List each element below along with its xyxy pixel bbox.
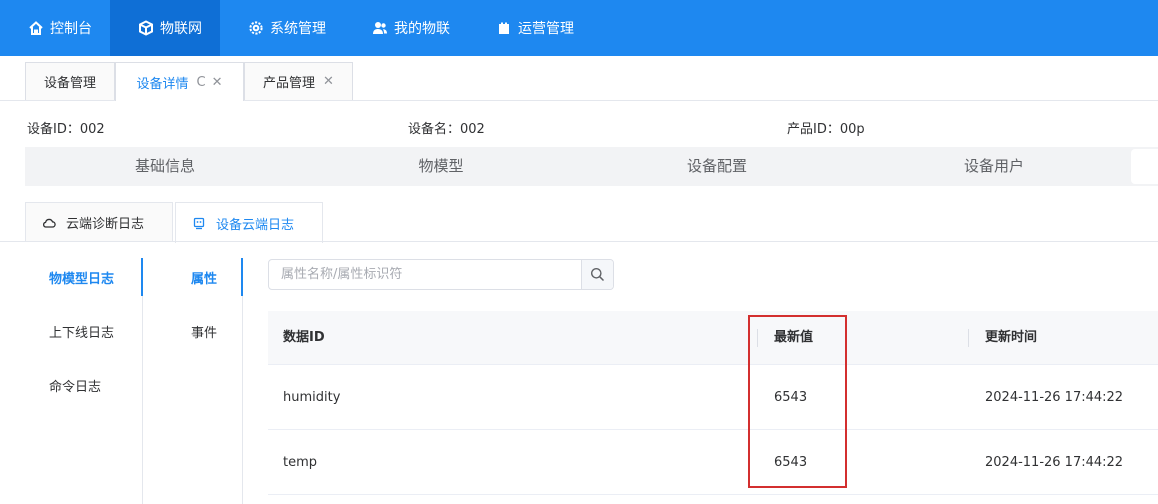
product-id-info: 产品ID：00p — [787, 122, 865, 137]
sub-menu-properties[interactable]: 属性 — [191, 268, 217, 287]
refresh-icon[interactable]: C — [197, 75, 206, 90]
tab-label: 设备详情 — [136, 76, 189, 92]
column-separator — [757, 329, 758, 347]
column-separator — [968, 329, 969, 347]
nav-item-my-iot[interactable]: 我的物联 — [344, 0, 468, 56]
column-header-update-time: 更新时间 — [985, 330, 1038, 345]
cell-update-time: 2024-11-26 17:44:22 — [985, 390, 1124, 405]
section-tab-active-indicator[interactable] — [1131, 149, 1158, 184]
nav-item-iot[interactable]: 物联网 — [110, 0, 220, 56]
column-header-latest-value: 最新值 — [774, 330, 814, 345]
search-input[interactable] — [269, 260, 581, 289]
side-menu-active-bar — [141, 258, 143, 296]
nav-item-system[interactable]: 系统管理 — [220, 0, 344, 56]
search-icon — [591, 268, 605, 282]
search-button[interactable] — [581, 260, 613, 289]
close-icon[interactable]: ✕ — [212, 75, 223, 90]
table-row[interactable]: temp 6543 2024-11-26 17:44:22 — [268, 430, 1158, 495]
log-tab-label: 设备云端日志 — [216, 217, 295, 233]
section-tab-device-users[interactable]: 设备用户 — [857, 147, 1131, 186]
cube-icon — [139, 20, 153, 36]
property-search — [268, 259, 614, 290]
close-icon[interactable]: ✕ — [323, 74, 334, 89]
nav-item-label: 系统管理 — [270, 21, 326, 37]
device-id-info: 设备ID：002 — [27, 122, 105, 137]
cell-data-id: humidity — [283, 390, 341, 405]
side-menu-thing-model-log[interactable]: 物模型日志 — [49, 268, 114, 287]
column-header-data-id: 数据ID — [283, 330, 325, 345]
tabs-bar: 设备管理 设备详情 C ✕ 产品管理 ✕ — [0, 56, 1158, 101]
user-group-icon — [373, 22, 387, 34]
nav-item-console[interactable]: 控制台 — [0, 0, 110, 56]
nav-item-label: 我的物联 — [394, 21, 450, 37]
side-menu-command-log[interactable]: 命令日志 — [49, 376, 101, 395]
robot-icon — [193, 217, 205, 230]
nav-item-label: 控制台 — [50, 21, 92, 37]
side-menu-online-offline-log[interactable]: 上下线日志 — [49, 322, 114, 341]
tab-device-management[interactable]: 设备管理 — [25, 62, 115, 100]
tab-label: 设备管理 — [43, 76, 96, 91]
nav-item-operations[interactable]: 运营管理 — [468, 0, 592, 56]
tab-label: 产品管理 — [263, 76, 316, 91]
cell-latest-value: 6543 — [774, 455, 808, 470]
section-tab-device-config[interactable]: 设备配置 — [577, 147, 857, 186]
tab-device-detail[interactable]: 设备详情 C ✕ — [115, 62, 244, 101]
sub-menu-events[interactable]: 事件 — [191, 322, 217, 341]
log-tab-device-cloud[interactable]: 设备云端日志 — [175, 202, 323, 243]
gear-icon — [249, 21, 263, 35]
table-row[interactable]: humidity 6543 2024-11-26 17:44:22 — [268, 365, 1158, 430]
tab-product-management[interactable]: 产品管理 ✕ — [244, 62, 353, 100]
home-icon — [29, 21, 43, 35]
log-tab-label: 云端诊断日志 — [66, 217, 145, 232]
section-tab-basic-info[interactable]: 基础信息 — [25, 147, 305, 186]
cloud-icon — [42, 218, 56, 228]
nav-item-label: 运营管理 — [518, 21, 574, 37]
device-name-info: 设备名：002 — [408, 122, 485, 137]
cell-update-time: 2024-11-26 17:44:22 — [985, 455, 1124, 470]
section-tab-thing-model[interactable]: 物模型 — [305, 147, 577, 186]
side-menu-divider — [142, 296, 143, 504]
nav-item-label: 物联网 — [160, 21, 202, 37]
log-tabs-divider — [0, 241, 1158, 242]
sub-menu-divider — [242, 296, 243, 504]
cell-data-id: temp — [283, 455, 318, 470]
table-header: 数据ID 最新值 更新时间 — [268, 311, 1158, 365]
cell-latest-value: 6543 — [774, 390, 808, 405]
top-nav: 控制台 物联网 系统管理 我的物联 运营管理 — [0, 0, 1158, 56]
briefcase-icon — [499, 22, 509, 34]
section-tabs: 基础信息 物模型 设备配置 设备用户 — [25, 147, 1158, 186]
log-tab-cloud-diagnosis[interactable]: 云端诊断日志 — [25, 202, 173, 242]
sub-menu-active-bar — [241, 258, 243, 296]
